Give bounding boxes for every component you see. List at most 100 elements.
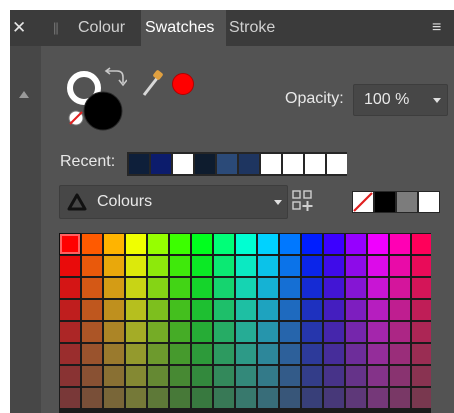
swatch-cell[interactable] [192,322,212,342]
recent-swatch[interactable] [305,154,325,174]
black-swatch[interactable] [375,192,395,212]
grey-swatch[interactable] [397,192,417,212]
swatch-cell[interactable] [390,344,410,364]
swatch-cell[interactable] [192,366,212,386]
swatch-cell[interactable] [324,256,344,276]
swatch-cell[interactable] [368,388,388,408]
swatch-cell[interactable] [126,300,146,320]
swatch-cell[interactable] [346,300,366,320]
swatch-cell[interactable] [368,278,388,298]
swatch-cell[interactable] [368,256,388,276]
swatch-cell[interactable] [324,344,344,364]
swatch-cell[interactable] [302,388,322,408]
swatch-cell[interactable] [214,278,234,298]
swatch-cell[interactable] [126,234,146,254]
swatch-cell[interactable] [346,256,366,276]
swatch-cell[interactable] [302,366,322,386]
swatch-cell[interactable] [148,234,168,254]
swatch-cell[interactable] [126,366,146,386]
swatch-cell[interactable] [258,234,278,254]
swatch-cell[interactable] [236,300,256,320]
recent-swatch[interactable] [195,154,215,174]
swatch-cell[interactable] [346,344,366,364]
swatch-cell[interactable] [280,256,300,276]
swatch-cell[interactable] [170,234,190,254]
swatch-cell[interactable] [60,388,80,408]
eyedropper-icon[interactable] [140,68,166,98]
swatch-cell[interactable] [214,300,234,320]
swatch-cell[interactable] [280,344,300,364]
palette-dropdown[interactable]: Colours [59,185,288,219]
swatch-cell[interactable] [104,256,124,276]
swatch-cell[interactable] [214,256,234,276]
swatch-cell[interactable] [82,300,102,320]
swatch-cell[interactable] [192,234,212,254]
swatch-cell[interactable] [302,344,322,364]
swatch-cell[interactable] [104,366,124,386]
no-fill-icon[interactable] [67,109,85,127]
swatch-cell[interactable] [390,322,410,342]
picked-colour-swatch[interactable] [172,73,194,95]
recent-swatch[interactable] [261,154,281,174]
swatch-cell[interactable] [346,278,366,298]
swatch-cell[interactable] [126,256,146,276]
swatch-cell[interactable] [346,388,366,408]
swatch-cell[interactable] [236,366,256,386]
swatch-cell[interactable] [324,278,344,298]
swatch-cell[interactable] [324,322,344,342]
swatch-cell[interactable] [82,344,102,364]
swatch-cell[interactable] [368,322,388,342]
no-colour-swatch[interactable] [353,192,373,212]
swatch-cell[interactable] [192,256,212,276]
swatch-cell[interactable] [126,344,146,364]
swatch-cell[interactable] [148,388,168,408]
recent-swatch[interactable] [217,154,237,174]
swatch-cell[interactable] [236,256,256,276]
recent-swatch[interactable] [129,154,149,174]
swatch-cell[interactable] [82,388,102,408]
swatch-cell[interactable] [236,344,256,364]
swatch-cell[interactable] [192,278,212,298]
swap-arrows-icon[interactable] [103,67,127,89]
swatch-cell[interactable] [82,256,102,276]
swatch-cell[interactable] [390,300,410,320]
swatch-cell[interactable] [236,234,256,254]
swatch-cell[interactable] [192,344,212,364]
recent-swatch[interactable] [151,154,171,174]
swatch-cell[interactable] [258,300,278,320]
swatch-cell[interactable] [390,388,410,408]
opacity-dropdown[interactable]: 100 % [353,84,448,116]
swatch-cell[interactable] [82,234,102,254]
swatch-cell[interactable] [258,366,278,386]
swatch-cell[interactable] [214,388,234,408]
swatch-cell[interactable] [302,322,322,342]
swatch-cell[interactable] [368,234,388,254]
swatch-cell[interactable] [148,366,168,386]
swatch-cell[interactable] [258,344,278,364]
swatch-cell[interactable] [390,278,410,298]
swatch-cell[interactable] [280,278,300,298]
swatch-cell[interactable] [60,278,80,298]
tab-stroke[interactable]: Stroke [229,19,275,37]
swatch-cell[interactable] [258,322,278,342]
swatch-cell[interactable] [258,256,278,276]
swatch-cell[interactable] [104,388,124,408]
swatch-cell[interactable] [192,388,212,408]
swatch-cell[interactable] [302,300,322,320]
swatch-cell[interactable] [236,278,256,298]
swatch-cell[interactable] [390,234,410,254]
swatch-cell[interactable] [390,366,410,386]
swatch-cell[interactable] [368,366,388,386]
swatch-cell[interactable] [126,388,146,408]
swatch-cell[interactable] [60,300,80,320]
swatch-cell[interactable] [170,300,190,320]
menu-icon[interactable]: ≡ [432,19,441,37]
swatch-cell[interactable] [236,388,256,408]
swatch-cell[interactable] [170,366,190,386]
swatch-cell[interactable] [302,234,322,254]
swatch-cell[interactable] [302,278,322,298]
scroll-up-icon[interactable] [19,91,29,98]
swatch-cell[interactable] [214,344,234,364]
swatch-cell[interactable] [192,300,212,320]
swatch-cell[interactable] [60,256,80,276]
